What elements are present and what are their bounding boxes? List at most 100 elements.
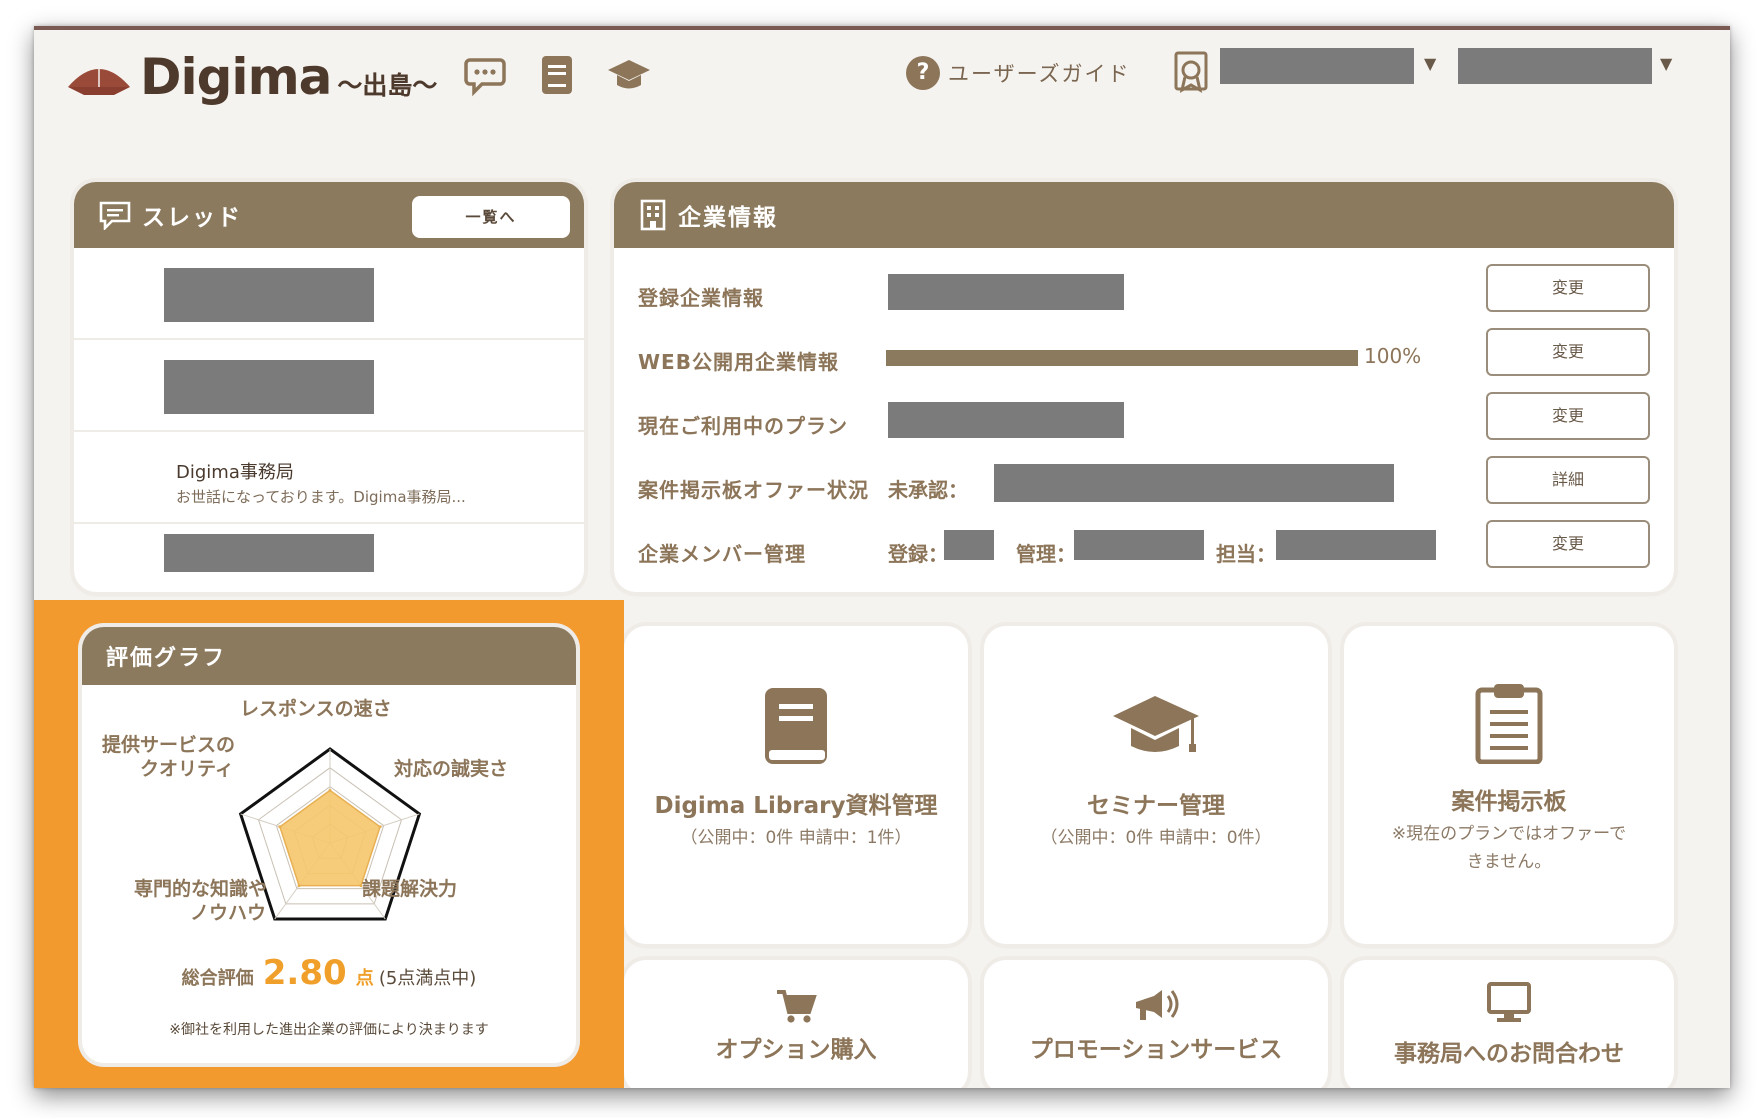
promotion-tile[interactable]: プロモーションサービス	[984, 960, 1328, 1088]
radar-data-point	[328, 788, 332, 792]
registered-count-label: 登録：	[888, 542, 948, 566]
registered-count-redacted	[944, 530, 994, 560]
thread-card-title: スレッド	[142, 205, 242, 231]
contact-office-title: 事務局へのお問合わせ	[1394, 1041, 1624, 1067]
progress-percent: 100%	[1364, 344, 1422, 368]
row-label: 現在ご利用中のプラン	[638, 414, 848, 438]
axis-label-problem-solving: 課題解決力	[362, 878, 458, 900]
score-max: (5点満点中)	[378, 968, 477, 989]
company-row-offer: 案件掲示板オファー状況 未承認： 詳細	[638, 456, 1650, 520]
offer-status-redacted	[994, 464, 1394, 502]
thread-item[interactable]	[74, 340, 584, 432]
promotion-title: プロモーションサービス	[1029, 1037, 1283, 1063]
company-info-card: 企業情報 登録企業情報 変更 WEB公開用企業情報 100% 変更 現在ご利用中…	[614, 182, 1674, 592]
web-info-progress-bar	[886, 350, 1358, 366]
library-title: Digima Library資料管理	[654, 793, 938, 819]
thread-redacted	[164, 268, 374, 322]
users-guide-link[interactable]: ? ユーザーズガイド	[906, 56, 1131, 90]
company-row-registered: 登録企業情報 変更	[638, 264, 1650, 328]
certificate-icon[interactable]	[1172, 50, 1212, 94]
library-tile[interactable]: Digima Library資料管理 （公開中：0件 申請中：1件）	[624, 626, 968, 944]
thread-card-header: スレッド 一覧へ	[74, 182, 584, 248]
cart-icon	[777, 990, 817, 1023]
rating-note: ※御社を利用した進出企業の評価により決まります	[169, 1022, 489, 1038]
thread-preview: お世話になっております。Digima事務局...	[176, 488, 466, 506]
change-button[interactable]: 変更	[1486, 264, 1650, 312]
company-row-web: WEB公開用企業情報 100% 変更	[638, 328, 1650, 392]
company-name-redacted[interactable]	[1458, 48, 1652, 84]
thread-sender: Digima事務局	[176, 462, 294, 483]
project-board-note-line1: ※現在のプランではオファーで	[1391, 824, 1627, 844]
speech-bubble-icon	[99, 201, 131, 230]
project-board-title: 案件掲示板	[1451, 789, 1567, 815]
thread-card: スレッド 一覧へ Digima事務局 お世話になっております。Digima事務局…	[74, 182, 584, 592]
row-label: 案件掲示板オファー状況	[638, 478, 869, 502]
thread-item[interactable]	[74, 248, 584, 340]
digima-logo[interactable]: Digima 〜出島〜	[66, 48, 437, 106]
logo-text: Digima	[140, 48, 332, 106]
rating-graph-title: 評価グラフ	[106, 646, 227, 671]
project-board-note-line2: きません。	[1466, 852, 1552, 872]
graduation-cap-icon[interactable]	[606, 52, 652, 98]
plan-redacted	[888, 402, 1124, 438]
registered-info-redacted	[888, 274, 1124, 310]
thread-redacted	[164, 360, 374, 414]
score-label: 総合評価	[181, 968, 254, 989]
company-row-plan: 現在ご利用中のプラン 変更	[638, 392, 1650, 456]
library-count: （公開中：0件 申請中：1件）	[680, 828, 912, 848]
option-purchase-tile[interactable]: オプション購入	[624, 960, 968, 1088]
row-label: 登録企業情報	[638, 286, 764, 310]
row-label: WEB公開用企業情報	[638, 350, 839, 374]
user-name-redacted[interactable]	[1220, 48, 1414, 84]
score-unit: 点	[355, 968, 374, 989]
building-icon	[640, 199, 666, 231]
admin-label: 管理：	[1016, 542, 1076, 566]
admin-redacted	[1074, 530, 1204, 560]
project-board-tile[interactable]: 案件掲示板 ※現在のプランではオファーで きません。	[1344, 626, 1674, 944]
seminar-count: （公開中：0件 申請中：0件）	[1040, 828, 1272, 848]
radar-data-point	[278, 825, 282, 829]
axis-label-expertise-line1: 専門的な知識や	[134, 878, 268, 900]
thread-list-button[interactable]: 一覧へ	[410, 194, 572, 240]
monitor-icon	[1487, 982, 1531, 1022]
unapproved-label: 未承認：	[888, 478, 968, 502]
option-purchase-title: オプション購入	[715, 1037, 877, 1063]
app-window: Digima 〜出島〜 ? ユーザーズガイド ▼ ▼ スレッド 一覧へ Digi…	[34, 26, 1730, 1088]
change-button[interactable]: 変更	[1486, 520, 1650, 568]
progress-fill	[886, 350, 1358, 366]
graduation-cap-icon	[1113, 696, 1199, 752]
details-button[interactable]: 詳細	[1486, 456, 1650, 504]
radar-data-point	[297, 884, 301, 888]
seminar-tile[interactable]: セミナー管理 （公開中：0件 申請中：0件）	[984, 626, 1328, 944]
axis-label-quality-line1: 提供サービスの	[102, 734, 236, 756]
radar-data-point	[378, 825, 382, 829]
change-button[interactable]: 変更	[1486, 328, 1650, 376]
chat-icon[interactable]	[464, 52, 510, 98]
axis-label-sincerity: 対応の誠実さ	[394, 758, 509, 780]
fan-logo-icon	[68, 63, 130, 95]
axis-label-quality-line2: クオリティ	[140, 758, 234, 780]
radar-data-area	[279, 789, 381, 887]
logo-subtitle: 〜出島〜	[337, 71, 438, 100]
overall-score: 総合評価 2.80 点 (5点満点中)	[82, 953, 576, 993]
contact-office-tile[interactable]: 事務局へのお問合わせ	[1344, 960, 1674, 1088]
thread-item[interactable]: Digima事務局 お世話になっております。Digima事務局...	[74, 432, 584, 524]
company-info-header: 企業情報	[614, 182, 1674, 248]
score-value: 2.80	[262, 953, 347, 993]
document-icon[interactable]	[534, 52, 580, 98]
thread-redacted	[164, 534, 374, 572]
user-dropdown-caret[interactable]: ▼	[1424, 54, 1436, 73]
change-button[interactable]: 変更	[1486, 392, 1650, 440]
staff-label: 担当：	[1216, 542, 1276, 566]
company-dropdown-caret[interactable]: ▼	[1660, 54, 1672, 73]
thread-item[interactable]	[74, 524, 584, 592]
company-info-title: 企業情報	[678, 205, 778, 231]
help-icon: ?	[906, 56, 940, 90]
axis-label-response: レスポンスの速さ	[240, 698, 392, 720]
company-row-members: 企業メンバー管理 登録： 管理： 担当： 変更	[638, 520, 1650, 584]
users-guide-label: ユーザーズガイド	[948, 62, 1131, 86]
rating-graph-header: 評価グラフ	[82, 627, 576, 685]
axis-label-expertise-line2: ノウハウ	[190, 902, 267, 924]
megaphone-icon	[1136, 990, 1179, 1020]
seminar-title: セミナー管理	[1087, 793, 1225, 819]
